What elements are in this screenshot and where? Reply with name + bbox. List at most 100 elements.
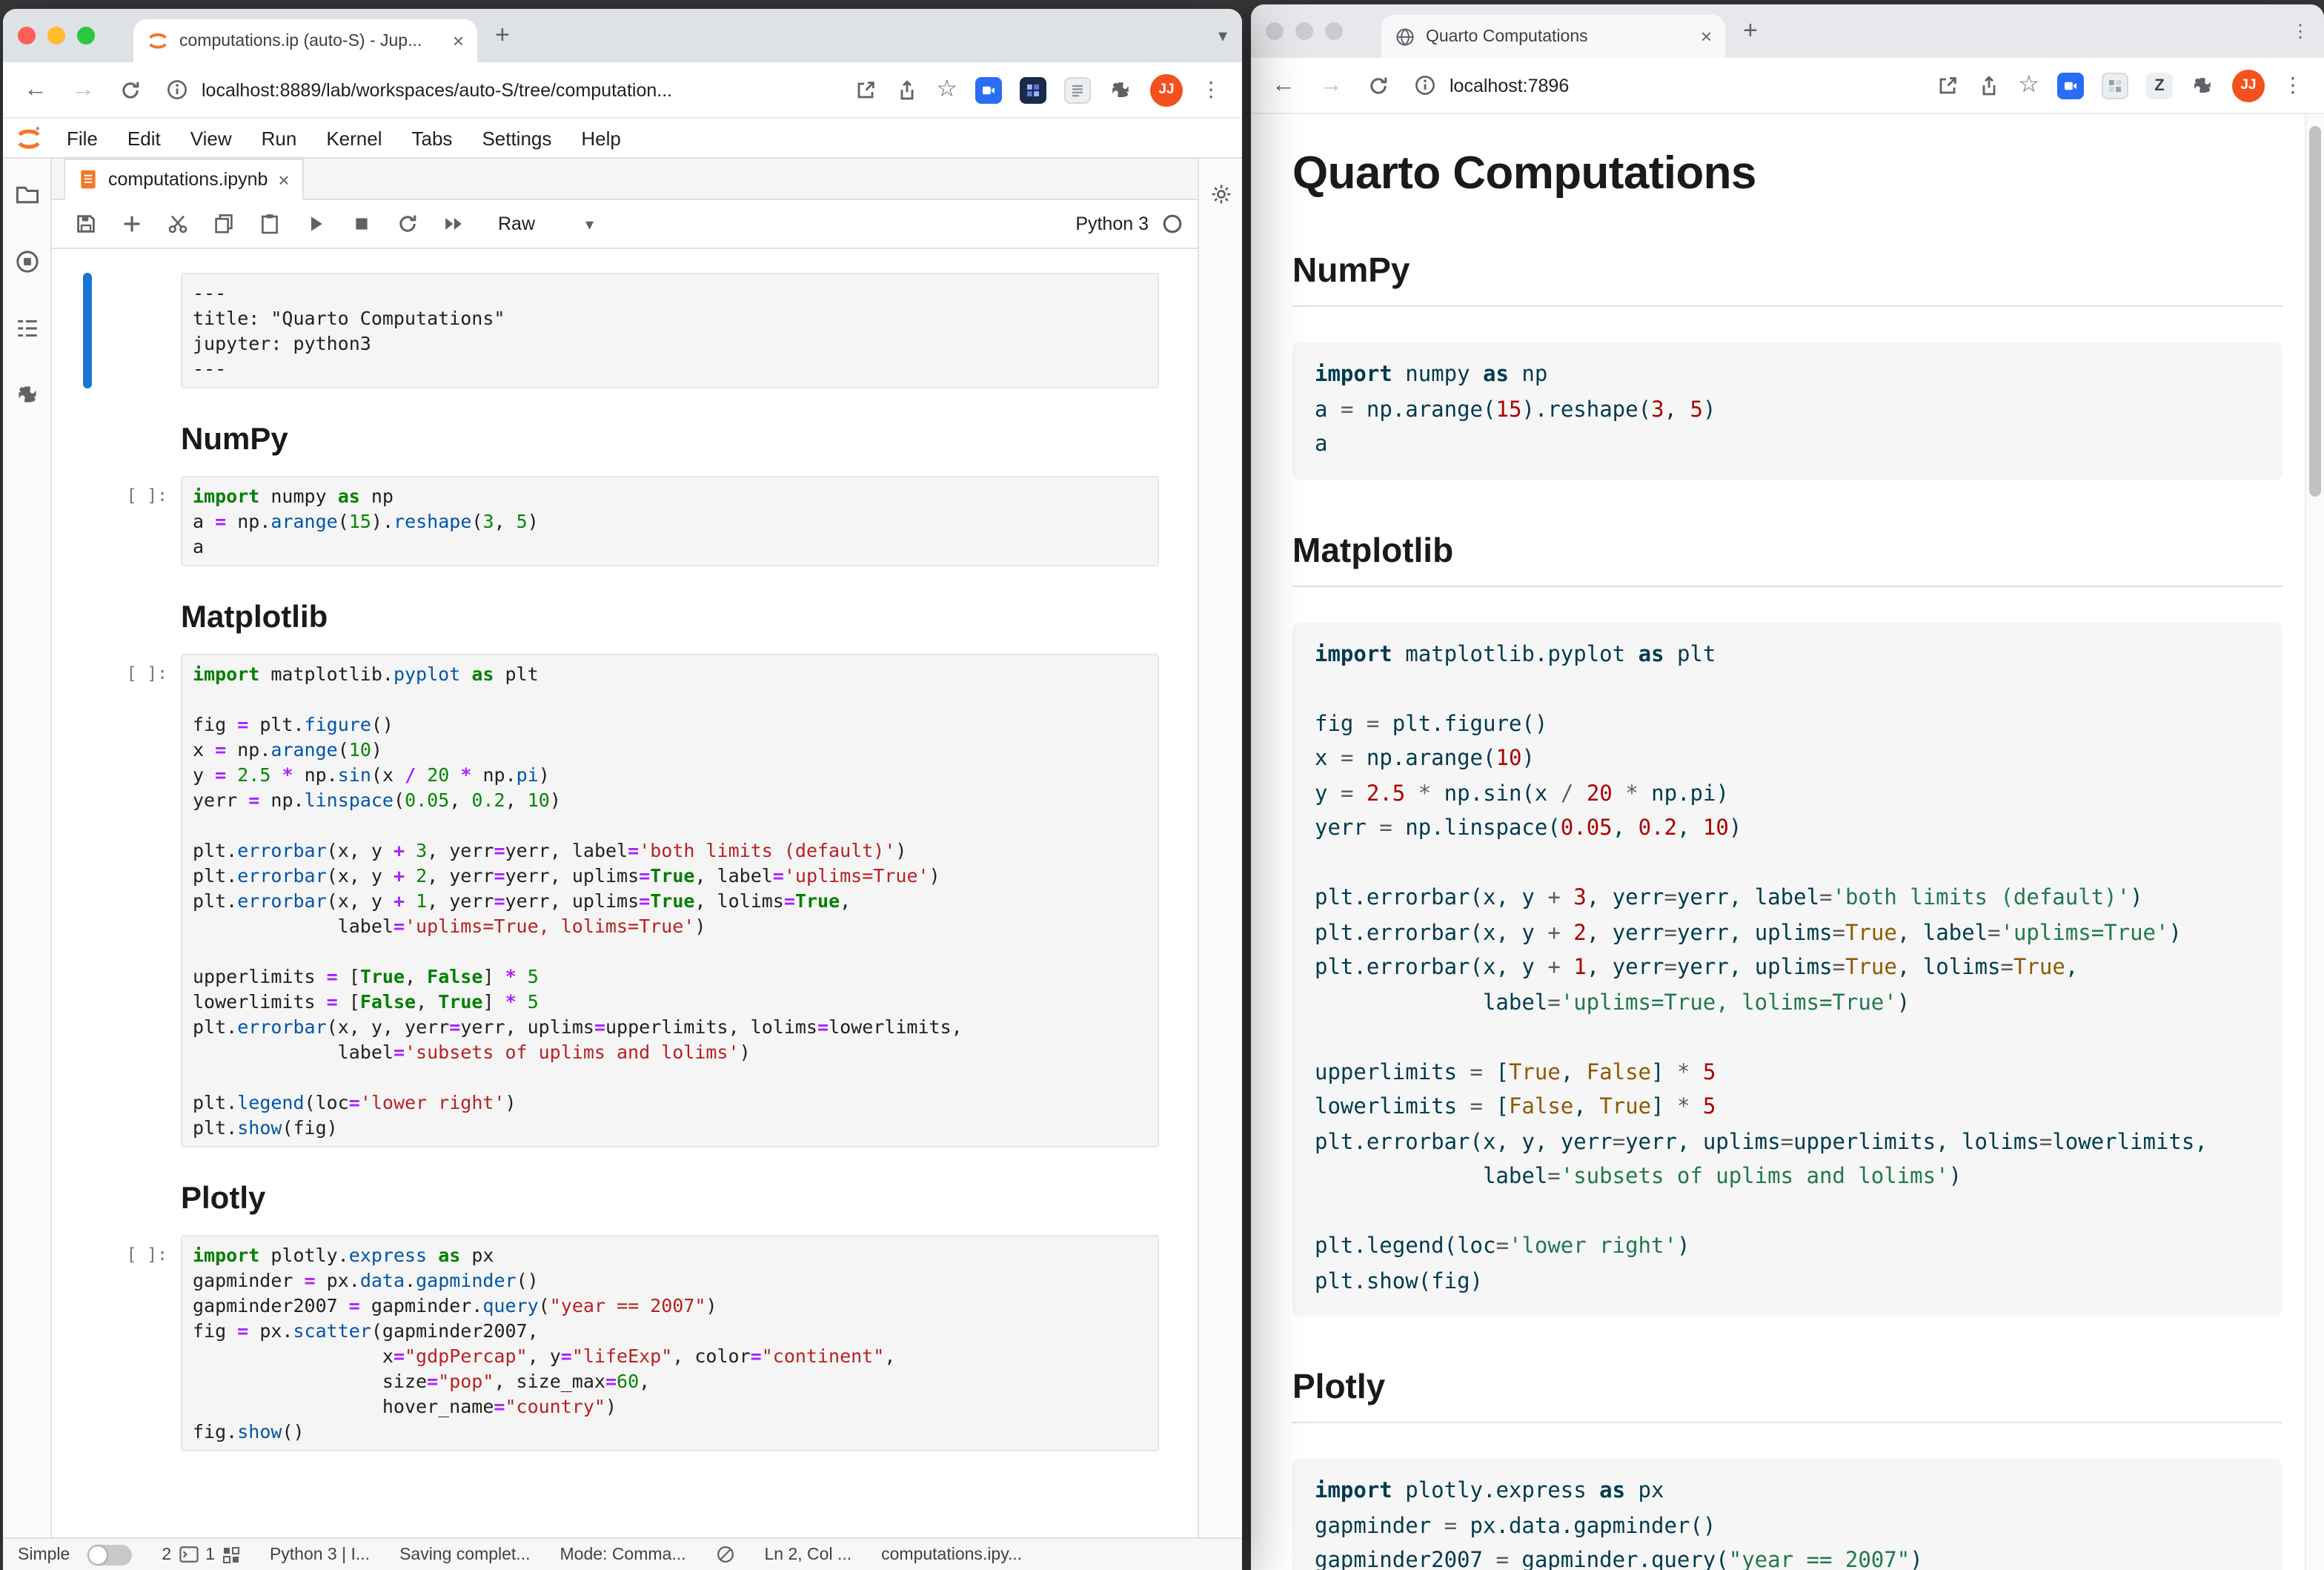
browser-tab-quarto[interactable]: Quarto Computations × — [1381, 15, 1725, 58]
address-bar[interactable]: localhost:8889/lab/workspaces/auto-S/tre… — [166, 79, 672, 101]
table-of-contents-icon[interactable] — [14, 316, 39, 341]
cell-collapser — [83, 476, 92, 566]
section-matplotlib: Matplotlib import matplotlib.pyplot as p… — [1292, 530, 2282, 1316]
raw-cell-editor[interactable]: --- title: "Quarto Computations" jupyter… — [181, 273, 1159, 388]
close-notebook-tab-icon[interactable]: × — [278, 170, 289, 189]
close-tab-icon[interactable]: × — [453, 31, 464, 50]
menu-file[interactable]: File — [52, 127, 113, 149]
code-cell: [ ]: import matplotlib.pyplot as plt fig… — [52, 654, 1198, 1147]
copy-cells-button[interactable] — [205, 206, 242, 242]
cell-type-dropdown[interactable]: Raw ▾ — [498, 213, 594, 234]
extensions-puzzle-icon[interactable] — [2191, 73, 2214, 97]
extension-icon-2[interactable] — [2102, 72, 2128, 99]
open-in-new-icon[interactable] — [1935, 73, 1959, 97]
command-mode-status[interactable]: Mode: Comma... — [560, 1546, 686, 1563]
browser-menu-icon[interactable]: ⋮ — [1201, 77, 1221, 102]
cursor-position[interactable]: Ln 2, Col ... — [765, 1546, 852, 1563]
extension-icon-2[interactable] — [1020, 76, 1046, 103]
browser-menu-icon[interactable]: ⋮ — [2282, 73, 2303, 98]
markdown-cell[interactable]: Plotly — [52, 1161, 1198, 1232]
minimize-window-button[interactable] — [47, 27, 65, 44]
menu-edit[interactable]: Edit — [113, 127, 176, 149]
profile-avatar[interactable]: JJ — [2232, 69, 2265, 102]
paste-cells-button[interactable] — [250, 206, 288, 242]
notebook-tab[interactable]: computations.ipynb × — [64, 159, 305, 200]
forward-button[interactable]: → — [1319, 73, 1343, 97]
menu-view[interactable]: View — [176, 127, 247, 149]
page-scrollbar[interactable] — [2305, 114, 2324, 1570]
menu-help[interactable]: Help — [566, 127, 636, 149]
run-all-cells-button[interactable] — [434, 206, 471, 242]
menu-settings[interactable]: Settings — [467, 127, 566, 149]
profile-avatar[interactable]: JJ — [1150, 73, 1183, 106]
property-inspector-gear-icon[interactable] — [1209, 182, 1232, 1537]
code-cell-editor[interactable]: import matplotlib.pyplot as plt fig = pl… — [181, 654, 1159, 1147]
close-window-button[interactable] — [18, 27, 36, 44]
site-info-icon[interactable] — [1414, 74, 1436, 96]
extension-icon-1[interactable] — [2057, 72, 2084, 99]
cell-prompt: [ ]: — [92, 476, 181, 566]
file-browser-icon[interactable] — [14, 182, 39, 208]
cell-collapser — [83, 1235, 92, 1451]
code-cell-text: import plotly.express as px gapminder = … — [193, 1242, 1147, 1444]
minimize-window-button[interactable] — [1295, 22, 1313, 40]
kernel-status-text[interactable]: Python 3 | I... — [270, 1546, 370, 1563]
site-info-icon[interactable] — [166, 79, 188, 101]
bookmark-star-icon[interactable]: ☆ — [936, 78, 957, 102]
browser-tab-jupyter[interactable]: computations.ip (auto-S) - Jup... × — [133, 19, 477, 62]
code-block: import matplotlib.pyplot as plt fig = pl… — [1292, 622, 2282, 1316]
tab-search-chevron-icon[interactable]: ⋮ — [2291, 21, 2309, 42]
new-tab-button[interactable]: + — [1743, 16, 1758, 46]
run-cell-button[interactable] — [296, 206, 333, 242]
open-in-new-icon[interactable] — [853, 78, 877, 102]
cell-collapser — [83, 402, 92, 473]
back-button[interactable]: ← — [1272, 73, 1295, 97]
extension-manager-icon[interactable] — [14, 382, 39, 408]
kernel-status-icon[interactable] — [1162, 213, 1183, 234]
menu-run[interactable]: Run — [247, 127, 312, 149]
desktop: computations.ip (auto-S) - Jup... × + ▾ … — [0, 0, 2324, 1570]
forward-button[interactable]: → — [71, 78, 95, 102]
markdown-cell[interactable]: Matplotlib — [52, 580, 1198, 651]
share-icon[interactable] — [1976, 73, 2000, 97]
code-block: import plotly.express as px gapminder = … — [1292, 1459, 2282, 1570]
close-tab-icon[interactable]: × — [1701, 27, 1712, 46]
close-window-button[interactable] — [1266, 22, 1284, 40]
code-cell-text: import matplotlib.pyplot as plt fig = pl… — [193, 661, 1147, 1140]
tab-search-chevron-icon[interactable]: ▾ — [1218, 25, 1227, 46]
code-cell-editor[interactable]: import numpy as np a = np.arange(15).res… — [181, 476, 1159, 566]
kernel-name[interactable]: Python 3 — [1075, 213, 1149, 234]
simple-mode-toggle[interactable] — [87, 1544, 132, 1565]
restart-kernel-button[interactable] — [388, 206, 425, 242]
save-button[interactable] — [67, 206, 104, 242]
extension-icon-3[interactable] — [1064, 76, 1091, 103]
new-tab-button[interactable]: + — [495, 21, 510, 50]
add-cell-button[interactable] — [113, 206, 150, 242]
share-icon[interactable] — [894, 78, 918, 102]
back-button[interactable]: ← — [24, 78, 47, 102]
reload-button[interactable] — [119, 78, 142, 102]
bookmark-star-icon[interactable]: ☆ — [2018, 73, 2039, 97]
extension-icon-1[interactable] — [975, 76, 1002, 103]
menu-tabs[interactable]: Tabs — [397, 127, 468, 149]
code-cell-editor[interactable]: import plotly.express as px gapminder = … — [181, 1235, 1159, 1451]
reload-button[interactable] — [1367, 73, 1390, 97]
code-cell: [ ]: import plotly.express as px gapmind… — [52, 1235, 1198, 1451]
active-cell-indicator[interactable] — [83, 273, 92, 388]
notifications-icon[interactable] — [716, 1545, 735, 1564]
fullscreen-window-button[interactable] — [77, 27, 95, 44]
address-bar[interactable]: localhost:7896 — [1414, 74, 1569, 96]
cell-prompt: [ ]: — [92, 654, 181, 1147]
extensions-puzzle-icon[interactable] — [1109, 78, 1132, 102]
running-kernels-icon[interactable] — [14, 249, 39, 274]
markdown-cell[interactable]: NumPy — [52, 402, 1198, 473]
fullscreen-window-button[interactable] — [1325, 22, 1343, 40]
scrollbar-thumb[interactable] — [2309, 126, 2321, 497]
cut-cells-button[interactable] — [159, 206, 196, 242]
window-controls — [1266, 22, 1343, 40]
terminals-count[interactable]: 2 1 — [162, 1546, 240, 1563]
menu-kernel[interactable]: Kernel — [311, 127, 396, 149]
interrupt-kernel-button[interactable] — [342, 206, 379, 242]
zotero-extension-icon[interactable]: Z — [2146, 72, 2173, 99]
quarto-preview-browser-window: Quarto Computations × + ⋮ ← → localhost:… — [1251, 4, 2324, 1570]
